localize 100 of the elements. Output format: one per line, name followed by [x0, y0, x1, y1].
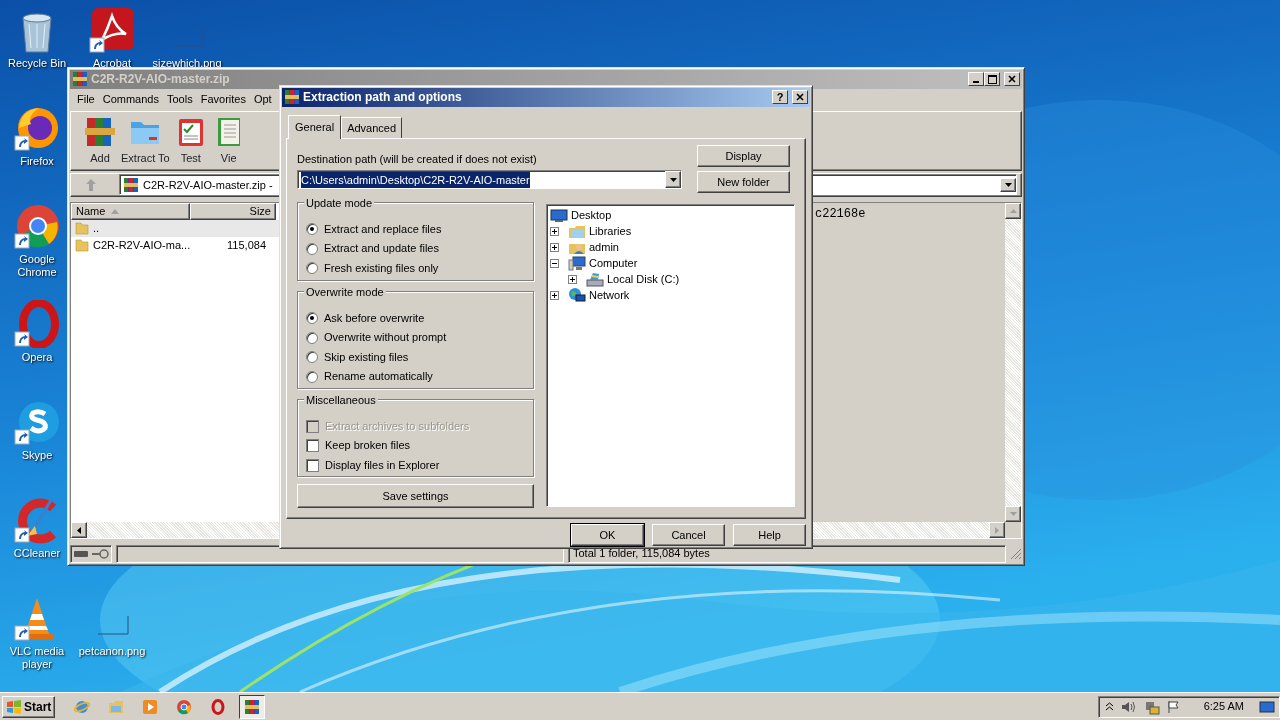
- browser-icon: [176, 698, 193, 715]
- option-label[interactable]: Extract and update files: [324, 240, 439, 257]
- minimize-button[interactable]: [968, 72, 984, 87]
- desktop-icon-label[interactable]: Firefox: [20, 155, 54, 168]
- option-label[interactable]: Extract and replace files: [324, 220, 442, 238]
- menu-item[interactable]: Tools: [163, 90, 197, 108]
- option-label[interactable]: Keep broken files: [325, 437, 410, 454]
- caret-icon: [1004, 182, 1012, 187]
- dialog-button[interactable]: OK: [571, 524, 644, 546]
- radio-button[interactable]: [306, 312, 318, 325]
- dialog-button[interactable]: New folder: [697, 171, 790, 194]
- radio-button[interactable]: [306, 262, 318, 275]
- option-label[interactable]: Overwrite without prompt: [324, 329, 447, 346]
- caret-icon: [995, 526, 999, 534]
- archive-icon: [284, 89, 300, 106]
- file-name[interactable]: C2R-R2V-AIO-ma...: [93, 237, 191, 254]
- menu-item[interactable]: File: [73, 90, 99, 108]
- taskbar-button[interactable]: [239, 694, 266, 719]
- archive-icon: [123, 176, 139, 193]
- save-settings-button[interactable]: Save settings: [297, 484, 534, 509]
- tree-item[interactable]: admin: [589, 239, 619, 256]
- expander-icon[interactable]: [550, 258, 559, 268]
- toolbar-button[interactable]: Test: [173, 114, 208, 167]
- computer-icon: [568, 255, 586, 272]
- scroll-up-button[interactable]: [1005, 202, 1021, 219]
- window-title: C2R-R2V-AIO-master.zip: [91, 71, 230, 89]
- vertical-scrollbar[interactable]: [1005, 202, 1021, 523]
- show-desktop-icon[interactable]: [1259, 699, 1275, 714]
- folder-icon: [108, 698, 125, 715]
- resize-grip-icon[interactable]: [1010, 547, 1022, 560]
- windows-logo-icon: [6, 699, 22, 714]
- speaker-icon[interactable]: [1120, 699, 1137, 714]
- scroll-left-button[interactable]: [71, 522, 87, 539]
- clock[interactable]: 6:25 AM: [1203, 698, 1244, 715]
- toolbar-button[interactable]: Add: [83, 114, 117, 167]
- desktop-icon-label[interactable]: Google Chrome: [6, 253, 68, 279]
- globe-icon: [568, 287, 586, 304]
- tree-item[interactable]: Network: [589, 287, 630, 304]
- menu-item[interactable]: Opt: [249, 90, 276, 108]
- file-name[interactable]: ..: [93, 220, 100, 237]
- chevron-up-icon[interactable]: [1104, 702, 1114, 711]
- folder-icon: [568, 223, 586, 240]
- caret-icon: [1009, 208, 1017, 213]
- column-header[interactable]: Size: [190, 202, 276, 220]
- key-icon: [92, 548, 110, 559]
- browser-icon[interactable]: [13, 202, 61, 250]
- dialog-button[interactable]: Help: [733, 524, 806, 546]
- dialog-button[interactable]: Display: [697, 145, 790, 168]
- tree-item[interactable]: Desktop: [571, 207, 612, 224]
- expander-icon[interactable]: [550, 242, 559, 252]
- close-button[interactable]: [1004, 72, 1020, 87]
- start-button[interactable]: Start: [2, 695, 56, 718]
- play-icon: [142, 698, 159, 715]
- expander-icon[interactable]: [550, 226, 559, 236]
- option-label[interactable]: Skip existing files: [324, 348, 409, 366]
- radio-button[interactable]: [306, 223, 318, 236]
- browser-icon[interactable]: [13, 300, 61, 348]
- option-label[interactable]: Display files in Explorer: [325, 456, 440, 474]
- tree-item[interactable]: Computer: [589, 255, 638, 272]
- radio-button[interactable]: [306, 370, 318, 383]
- tab[interactable]: General: [288, 114, 342, 140]
- radio-button[interactable]: [306, 351, 318, 364]
- desktop-icon-label[interactable]: Recycle Bin: [7, 57, 67, 70]
- checkbox[interactable]: [306, 458, 319, 472]
- expander-icon[interactable]: [568, 274, 577, 284]
- field-label: Destination path (will be created if does not exist): [297, 152, 538, 166]
- flag-icon[interactable]: [1166, 699, 1181, 714]
- menu-item[interactable]: Commands: [98, 90, 163, 108]
- tree-item[interactable]: Local Disk (C:): [607, 271, 680, 288]
- help-button[interactable]: ?: [772, 90, 788, 105]
- option-label[interactable]: Fresh existing files only: [324, 259, 439, 277]
- column-header[interactable]: Name: [71, 202, 190, 220]
- radio-button[interactable]: [306, 331, 318, 344]
- checkbox[interactable]: [306, 439, 319, 453]
- close-button[interactable]: [792, 90, 808, 105]
- desktop-icon-label[interactable]: Acrobat: [93, 57, 131, 70]
- path-combo[interactable]: C:\Users\admin\Desktop\C2R-R2V-AIO-master: [297, 170, 682, 190]
- dropdown-button[interactable]: [1000, 177, 1016, 192]
- desktop-icon-label[interactable]: sizewhich.png: [152, 57, 222, 70]
- dialog-button[interactable]: Cancel: [652, 524, 725, 546]
- option-label[interactable]: Ask before overwrite: [324, 309, 425, 327]
- desktop-icon-label[interactable]: Skype: [21, 449, 53, 462]
- expander-icon[interactable]: [550, 290, 559, 300]
- desktop-icon-label[interactable]: Opera: [21, 351, 53, 364]
- scroll-down-button[interactable]: [1005, 506, 1021, 523]
- path-value: C:\Users\admin\Desktop\C2R-R2V-AIO-master: [301, 171, 530, 189]
- dropdown-button[interactable]: [665, 171, 681, 189]
- close-icon: [796, 93, 804, 102]
- maximize-button[interactable]: [984, 72, 1000, 87]
- maximize-icon: [987, 74, 997, 84]
- toolbar-button[interactable]: Extract To: [121, 114, 170, 167]
- comment-text: c22168e: [815, 206, 866, 221]
- tab[interactable]: Advanced: [341, 116, 403, 139]
- tree-item[interactable]: Libraries: [589, 223, 632, 240]
- toolbar-button[interactable]: Vie: [211, 114, 246, 167]
- pdf-app-icon[interactable]: [88, 6, 136, 54]
- archive-icon: [72, 71, 88, 88]
- menu-item[interactable]: Favorites: [196, 90, 250, 108]
- scroll-right-button[interactable]: [989, 522, 1005, 539]
- option-label[interactable]: Rename automatically: [324, 368, 433, 385]
